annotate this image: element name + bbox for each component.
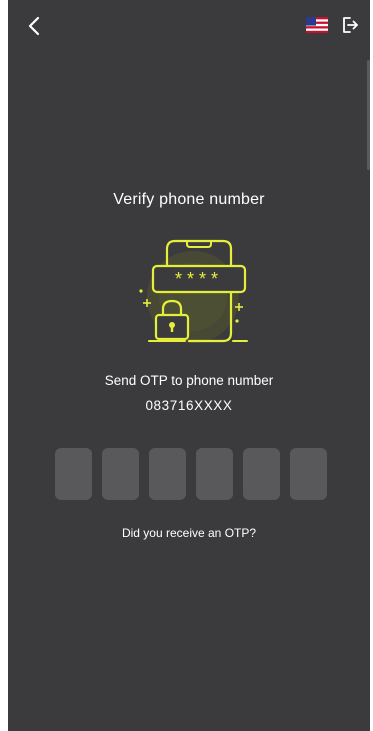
app-frame: Verify phone number **** Send OTP to pho… xyxy=(8,0,370,731)
otp-digit-4[interactable] xyxy=(196,448,233,500)
phone-otp-lock-illustration: **** xyxy=(139,239,248,343)
resend-otp-link[interactable]: Did you receive an OTP? xyxy=(8,526,370,540)
top-bar xyxy=(8,0,370,52)
verify-phone-screen: Verify phone number **** Send OTP to pho… xyxy=(8,0,370,731)
otp-digit-2[interactable] xyxy=(102,448,139,500)
logout-icon xyxy=(343,17,358,33)
back-button[interactable] xyxy=(20,12,48,40)
otp-asterisks: **** xyxy=(175,269,223,289)
page-title: Verify phone number xyxy=(113,191,265,208)
otp-digit-1[interactable] xyxy=(55,448,92,500)
phone-number: 083716XXXX xyxy=(145,398,233,413)
scrollbar[interactable] xyxy=(367,60,370,170)
otp-input-group xyxy=(55,448,327,500)
otp-digit-3[interactable] xyxy=(149,448,186,500)
chevron-left-icon xyxy=(28,16,40,36)
us-flag-icon xyxy=(306,17,328,33)
otp-sent-message: Send OTP to phone number xyxy=(104,373,274,388)
language-button[interactable] xyxy=(306,17,328,33)
otp-digit-6[interactable] xyxy=(290,448,327,500)
logout-button[interactable] xyxy=(338,13,362,37)
otp-digit-5[interactable] xyxy=(243,448,280,500)
